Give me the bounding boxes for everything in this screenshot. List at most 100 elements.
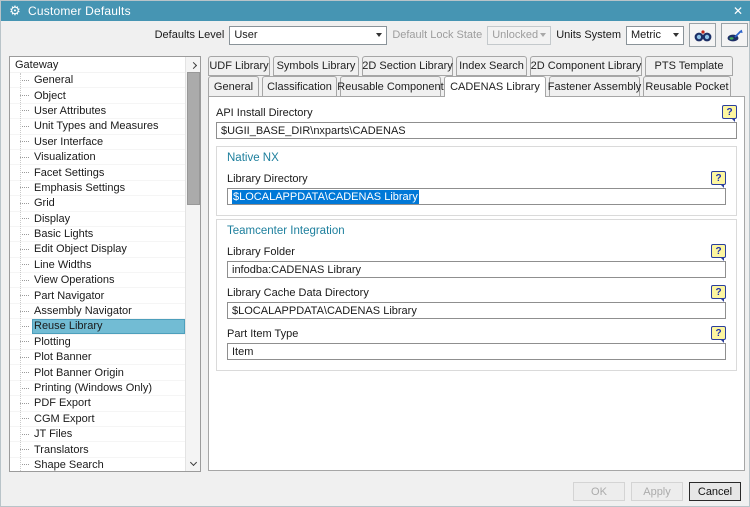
tab-classification[interactable]: Classification	[262, 76, 337, 97]
tab-index-search[interactable]: Index Search	[456, 56, 527, 76]
sidebar-item-reuse-library[interactable]: Reuse Library	[10, 319, 185, 335]
sidebar-item-unit-types-and-measures[interactable]: Unit Types and Measures	[10, 119, 185, 135]
tree-branch-icon	[20, 325, 29, 327]
units-system-label: Units System	[556, 29, 621, 41]
defaults-level-select[interactable]: User	[229, 25, 388, 45]
sidebar-item-translators[interactable]: Translators	[10, 442, 185, 458]
tab-label: Index Search	[459, 60, 524, 72]
library-directory-label: Library Directory	[227, 173, 308, 185]
units-system-select[interactable]: Metric	[626, 25, 684, 45]
tab-pts-template[interactable]: PTS Template	[645, 56, 733, 76]
teamcenter-integration-group: Teamcenter Integration Library Folder ? …	[216, 219, 737, 371]
sidebar-item-general[interactable]: General	[10, 73, 185, 89]
tree-branch-icon	[20, 79, 29, 81]
lock-state-select: Unlocked	[487, 25, 552, 45]
tree-branch-icon	[20, 233, 29, 235]
tree-branch-icon	[20, 202, 29, 204]
library-folder-field[interactable]: infodba:CADENAS Library	[227, 261, 726, 278]
sidebar-item-plot-banner[interactable]: Plot Banner	[10, 350, 185, 366]
sidebar-item-shape-search[interactable]: Shape Search	[10, 458, 185, 471]
help-icon[interactable]: ?	[722, 105, 737, 122]
close-button[interactable]: ✕	[725, 1, 750, 21]
sidebar-item-user-attributes[interactable]: User Attributes	[10, 104, 185, 120]
api-install-directory-field[interactable]: $UGII_BASE_DIR\nxparts\CADENAS	[216, 122, 737, 139]
sidebar-item-object[interactable]: Object	[10, 88, 185, 104]
tab-label: Symbols Library	[276, 60, 356, 72]
sidebar-item-edit-object-display[interactable]: Edit Object Display	[10, 242, 185, 258]
tree-branch-icon	[20, 433, 29, 435]
sidebar-item-label: PDF Export	[34, 397, 91, 410]
sidebar-item-label: CGM Export	[34, 412, 95, 425]
tab-2d-section-library[interactable]: 2D Section Library	[362, 56, 453, 76]
sidebar-item-line-widths[interactable]: Line Widths	[10, 258, 185, 274]
tab-general[interactable]: General	[208, 76, 259, 97]
native-nx-group: Native NX Library Directory ? $LOCALAPPD…	[216, 146, 737, 216]
scroll-down-button[interactable]	[186, 457, 200, 471]
tree-branch-icon	[20, 464, 29, 466]
scroll-up-button[interactable]	[186, 57, 200, 71]
chevron-down-icon	[673, 33, 679, 37]
sidebar-item-view-operations[interactable]: View Operations	[10, 273, 185, 289]
help-icon[interactable]: ?	[711, 244, 726, 261]
library-directory-value: $LOCALAPPDATA\CADENAS Library	[232, 189, 419, 204]
tab-reusable-component[interactable]: Reusable Component	[337, 76, 444, 97]
tab-reusable-pocket[interactable]: Reusable Pocket	[643, 76, 731, 97]
cadenas-library-panel: API Install Directory ? $UGII_BASE_DIR\n…	[208, 96, 745, 471]
sidebar-item-display[interactable]: Display	[10, 212, 185, 227]
manage-settings-button[interactable]	[721, 23, 748, 47]
sidebar-item-jt-files[interactable]: JT Files	[10, 427, 185, 443]
sidebar-item-label: Part Navigator	[34, 289, 105, 302]
sidebar-scrollbar[interactable]	[185, 57, 200, 471]
tree-branch-icon	[20, 418, 29, 420]
close-icon: ✕	[732, 4, 744, 18]
chevron-down-icon	[376, 33, 383, 37]
tab-2d-component-library[interactable]: 2D Component Library	[530, 56, 642, 76]
sidebar-item-label: User Interface	[34, 135, 104, 148]
tab-udf-library[interactable]: UDF Library	[208, 56, 270, 76]
sidebar-item-label: Facet Settings	[34, 166, 105, 179]
chevron-down-icon	[189, 458, 198, 467]
title-bar: ⚙ Customer Defaults ✕	[1, 1, 750, 21]
sidebar-item-plotting[interactable]: Plotting	[10, 335, 185, 351]
help-icon[interactable]: ?	[711, 326, 726, 343]
tree-branch-icon	[20, 187, 29, 189]
ok-button: OK	[573, 482, 625, 501]
sidebar-item-part-navigator[interactable]: Part Navigator	[10, 288, 185, 304]
sidebar-item-basic-lights[interactable]: Basic Lights	[10, 227, 185, 243]
help-icon[interactable]: ?	[711, 171, 726, 188]
api-install-directory-label: API Install Directory	[216, 107, 313, 119]
sidebar-item-pdf-export[interactable]: PDF Export	[10, 396, 185, 412]
help-icon[interactable]: ?	[711, 285, 726, 302]
part-item-type-field[interactable]: Item	[227, 343, 726, 360]
tree-branch-icon	[20, 449, 29, 451]
library-cache-data-directory-field[interactable]: $LOCALAPPDATA\CADENAS Library	[227, 302, 726, 319]
tab-cadenas-library[interactable]: CADENAS Library	[444, 76, 546, 97]
sidebar-item-grid[interactable]: Grid	[10, 196, 185, 212]
tab-label: Fastener Assembly	[547, 80, 642, 93]
sidebar-item-gateway[interactable]: Gateway	[10, 57, 185, 73]
sidebar-item-label: Emphasis Settings	[34, 181, 126, 194]
scrollbar-thumb[interactable]	[187, 72, 200, 205]
tab-label: Classification	[267, 80, 332, 93]
sidebar-item-assembly-navigator[interactable]: Assembly Navigator	[10, 304, 185, 320]
sidebar-item-cgm-export[interactable]: CGM Export	[10, 412, 185, 427]
tab-row-upper: UDF Library Symbols Library 2D Section Lib…	[208, 56, 733, 76]
defaults-level-value: User	[234, 29, 258, 41]
sidebar-item-user-interface[interactable]: User Interface	[10, 135, 185, 150]
sidebar-item-plot-banner-origin[interactable]: Plot Banner Origin	[10, 365, 185, 381]
sidebar-item-label: Plotting	[34, 335, 71, 348]
sidebar-item-visualization[interactable]: Visualization	[10, 150, 185, 166]
library-directory-field[interactable]: $LOCALAPPDATA\CADENAS Library	[227, 188, 726, 205]
tab-symbols-library[interactable]: Symbols Library	[273, 56, 359, 76]
sidebar-item-emphasis-settings[interactable]: Emphasis Settings	[10, 181, 185, 197]
tab-fastener-assembly[interactable]: Fastener Assembly	[547, 76, 642, 97]
find-default-button[interactable]	[689, 23, 716, 47]
sidebar-item-printing-windows-only[interactable]: Printing (Windows Only)	[10, 381, 185, 397]
tree-branch-icon	[20, 264, 29, 266]
tree-branch-icon	[20, 402, 29, 404]
sidebar-item-facet-settings[interactable]: Facet Settings	[10, 165, 185, 181]
tab-label: CADENAS Library	[450, 81, 540, 93]
binoculars-icon	[694, 29, 711, 41]
cancel-button[interactable]: Cancel	[689, 482, 741, 501]
tree-branch-icon	[20, 248, 29, 250]
